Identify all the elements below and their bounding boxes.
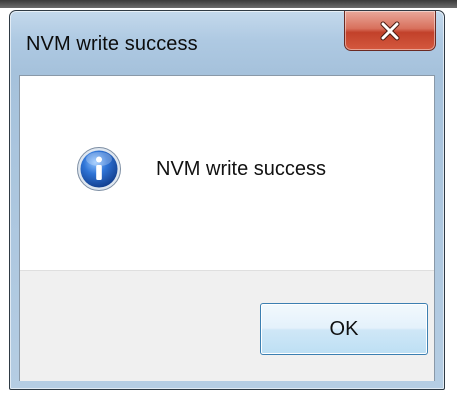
button-bar: OK — [20, 270, 434, 381]
close-icon — [380, 21, 400, 40]
message-text: NVM write success — [156, 158, 327, 180]
ok-button[interactable]: OK — [260, 303, 428, 355]
close-button[interactable] — [344, 11, 436, 51]
title-bar[interactable]: NVM write success — [10, 11, 444, 75]
message-area: NVM write success — [20, 76, 434, 270]
dialog-body: NVM write success OK — [19, 75, 435, 381]
info-icon — [77, 147, 121, 191]
message-dialog: NVM write success NVM write success OK — [9, 10, 445, 390]
dialog-title: NVM write success — [26, 33, 198, 55]
background-window-edge — [0, 0, 457, 8]
